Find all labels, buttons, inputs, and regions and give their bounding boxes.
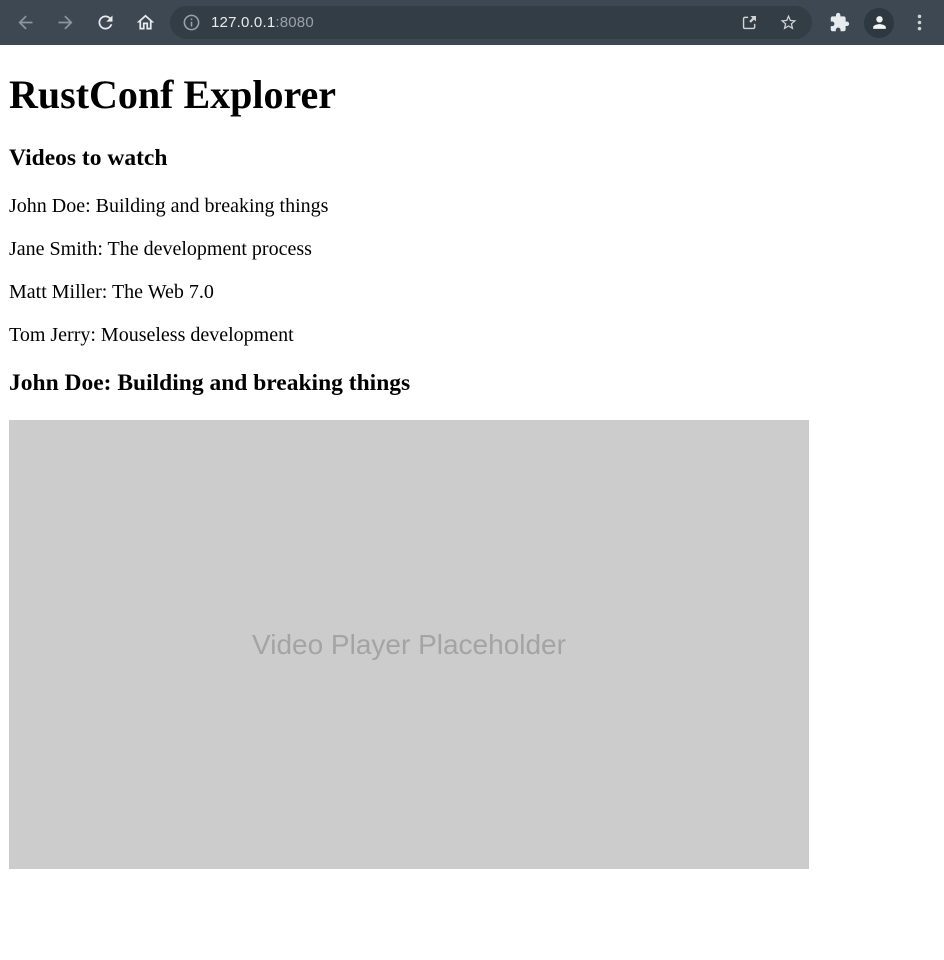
profile-avatar-icon <box>864 8 894 38</box>
menu-button[interactable] <box>902 6 936 40</box>
reload-icon <box>95 12 116 33</box>
videos-to-watch-heading: Videos to watch <box>9 145 935 172</box>
selected-video-heading: John Doe: Building and breaking things <box>9 370 935 397</box>
video-list-item[interactable]: Matt Miller: The Web 7.0 <box>9 281 935 304</box>
extensions-puzzle-icon <box>829 12 850 33</box>
reload-button[interactable] <box>88 6 122 40</box>
home-icon <box>135 12 156 33</box>
kebab-menu-icon <box>909 12 930 33</box>
forward-button[interactable] <box>48 6 82 40</box>
profile-button[interactable] <box>862 6 896 40</box>
page-title: RustConf Explorer <box>9 72 935 118</box>
back-arrow-icon <box>15 12 36 33</box>
browser-toolbar: 127.0.0.1:8080 <box>0 0 944 45</box>
page-content: RustConf Explorer Videos to watch John D… <box>0 72 944 869</box>
home-button[interactable] <box>128 6 162 40</box>
forward-arrow-icon <box>55 12 76 33</box>
site-info-icon[interactable] <box>182 13 201 32</box>
address-bar[interactable]: 127.0.0.1:8080 <box>170 6 812 39</box>
url-text: 127.0.0.1:8080 <box>211 14 740 31</box>
share-icon[interactable] <box>740 13 759 32</box>
video-list-item[interactable]: Jane Smith: The development process <box>9 238 935 261</box>
bookmark-star-icon[interactable] <box>779 13 798 32</box>
video-list-item[interactable]: John Doe: Building and breaking things <box>9 195 935 218</box>
video-list-item[interactable]: Tom Jerry: Mouseless development <box>9 324 935 347</box>
video-player-placeholder-text: Video Player Placeholder <box>252 629 566 661</box>
extensions-button[interactable] <box>822 6 856 40</box>
video-player-placeholder: Video Player Placeholder <box>9 420 809 869</box>
back-button[interactable] <box>8 6 42 40</box>
video-list: John Doe: Building and breaking things Ja… <box>9 195 935 347</box>
